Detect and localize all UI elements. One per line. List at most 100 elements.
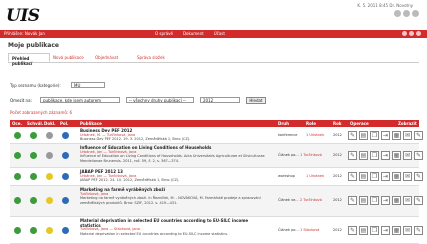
publication-type: Článek po... [278,228,299,232]
rating-status-icon [14,152,21,159]
publication-type: konference [278,133,298,137]
table-row[interactable]: JABAP PEF 2012 13 Urbánek, Jan — Turčínk… [10,168,423,186]
search-button[interactable]: Hledat [246,97,266,104]
edit-icon[interactable]: ✎ [348,172,357,181]
publication-role[interactable]: 1 Turčínková [300,153,322,157]
publication-role[interactable]: 2 Turčínková [300,198,322,202]
copy-icon[interactable]: ❐ [370,131,379,140]
export-icon[interactable]: ⇥ [381,196,390,205]
tab-new-publication[interactable]: Nová publikace [50,53,92,62]
tab-folders[interactable]: Správa složek [134,53,176,62]
attachment-icon[interactable]: ▦ [392,131,401,140]
col-operations: Operace [350,121,369,126]
document-icon[interactable]: ▤ [359,131,368,140]
publication-role[interactable]: 1 Urbánek [306,133,324,137]
col-approved[interactable]: Schvál. [27,121,43,126]
detail-icon[interactable]: ✎ [414,226,423,235]
publication-citation: Influence of Education on Living Conditi… [80,154,265,163]
row-actions: ✎ ▤ ❐ ⇥ ▦ ✉ ✎ [348,172,423,181]
filter-label: Omezit na: [10,98,32,103]
col-role[interactable]: Role [306,121,316,126]
col-document[interactable]: Dokl. [44,121,56,126]
menu-participation[interactable]: Účast [214,31,225,36]
approval-status-icon [30,197,37,204]
menu-about[interactable]: O správě [155,31,173,36]
filter-type-select[interactable]: -- všechny druhy publikací -- [126,97,194,103]
document-icon[interactable]: ▤ [359,196,368,205]
filter-role-select[interactable]: publikace, kde jsem autorem [40,97,120,103]
settings-icon[interactable] [403,10,410,17]
table-row[interactable]: Influence of Education on Living Conditi… [10,144,423,168]
record-count: Počet zobrazených záznamů: 6 [10,110,73,115]
publication-role[interactable]: 1 Stávková [300,228,319,232]
item-status-icon [62,152,69,159]
attachment-icon[interactable]: ▦ [392,226,401,235]
document-icon[interactable]: ▤ [359,172,368,181]
export-icon[interactable]: ⇥ [381,226,390,235]
attachment-icon[interactable]: ▦ [392,151,401,160]
tab-order[interactable]: Objednávat [92,53,134,62]
table-row[interactable]: Marketing na farmě vyráběných zboží Turč… [10,186,423,217]
document-status-icon [46,197,53,204]
document-icon[interactable]: ▤ [359,151,368,160]
page-title: Moje publikace [8,42,59,49]
red-menu-bar: Přihlášen: Novák Jan O správě Dokument Ú… [0,30,427,38]
close-icon[interactable] [416,31,421,36]
edit-icon[interactable]: ✎ [348,131,357,140]
main-menu: O správě Dokument Účast [155,31,225,36]
approval-status-icon [30,132,37,139]
top-icons [394,10,419,17]
attachment-icon[interactable]: ▦ [392,196,401,205]
copy-icon[interactable]: ❐ [370,172,379,181]
logout-icon[interactable] [412,10,419,17]
document-status-icon [46,173,53,180]
tab-overview[interactable]: Přehled publikací [8,53,50,66]
view-icon[interactable]: ✉ [403,151,412,160]
edit-icon[interactable]: ✎ [348,226,357,235]
export-icon[interactable]: ⇥ [381,172,390,181]
approval-status-icon [30,152,37,159]
col-rating[interactable]: Oce. [12,121,22,126]
detail-icon[interactable]: ✎ [414,151,423,160]
publication-year: 2012 [333,174,342,178]
table-row[interactable]: Material deprivation in selected EU coun… [10,217,423,244]
item-status-icon [62,227,69,234]
view-icon[interactable]: ✉ [403,226,412,235]
col-type[interactable]: Druh [278,121,289,126]
view-icon[interactable]: ✉ [403,131,412,140]
detail-icon[interactable]: ✎ [414,131,423,140]
export-icon[interactable]: ⇥ [381,131,390,140]
publication-role[interactable]: 1 Urbánek [306,174,324,178]
copy-icon[interactable]: ❐ [370,226,379,235]
attachment-icon[interactable]: ▦ [392,172,401,181]
item-status-icon [62,173,69,180]
export-icon[interactable]: ⇥ [381,151,390,160]
copy-icon[interactable]: ❐ [370,196,379,205]
edit-icon[interactable]: ✎ [348,196,357,205]
logo[interactable]: UIS [6,6,40,26]
copy-icon[interactable]: ❐ [370,151,379,160]
print-icon[interactable] [402,31,407,36]
tab-bar: Přehled publikací Nová publikace Objedná… [8,53,419,66]
help-icon[interactable] [394,10,401,17]
star-icon[interactable] [409,31,414,36]
document-status-icon [46,227,53,234]
approval-status-icon [30,173,37,180]
view-icon[interactable]: ✉ [403,172,412,181]
document-icon[interactable]: ▤ [359,226,368,235]
col-year[interactable]: Rok [333,121,342,126]
col-item[interactable]: Pol. [60,121,69,126]
edit-icon[interactable]: ✎ [348,151,357,160]
menu-document[interactable]: Dokument [183,31,204,36]
view-icon[interactable]: ✉ [403,196,412,205]
row-actions: ✎ ▤ ❐ ⇥ ▦ ✉ ✎ [348,151,423,160]
list-type-select[interactable]: MU [71,82,105,88]
detail-icon[interactable]: ✎ [414,196,423,205]
publication-year: 2012 [333,228,342,232]
detail-icon[interactable]: ✎ [414,172,423,181]
item-status-icon [62,132,69,139]
table-row[interactable]: Business Dev PEF 2012 Urbánek, M. — Turč… [10,127,423,144]
row-actions: ✎ ▤ ❐ ⇥ ▦ ✉ ✎ [348,131,423,140]
col-publication[interactable]: Publikace [80,121,102,126]
filter-year-select[interactable]: 2012 [200,97,240,103]
